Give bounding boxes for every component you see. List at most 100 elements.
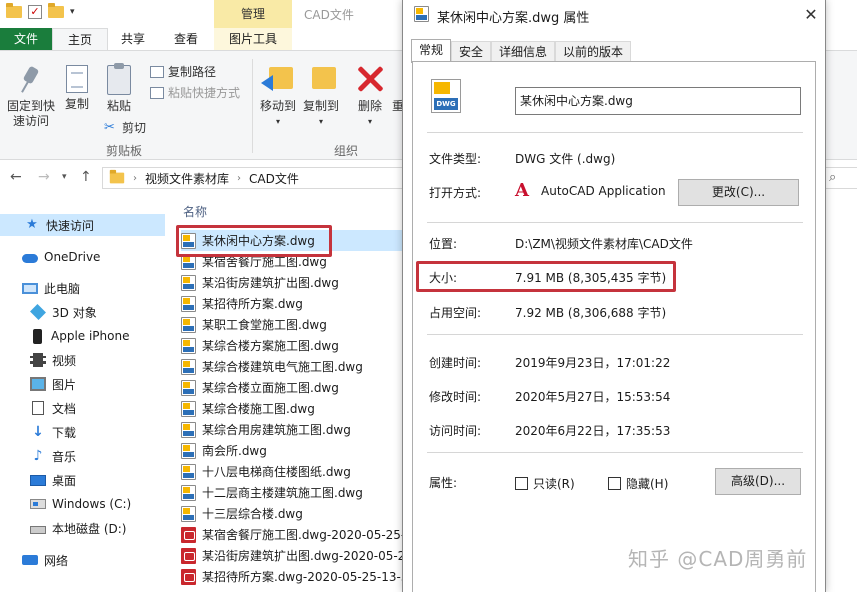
tab-file[interactable]: 文件 <box>0 28 52 50</box>
address-bar[interactable]: › 视频文件素材库 › CAD文件 <box>102 167 407 189</box>
modified-value: 2020年5月27日，15:53:54 <box>515 390 671 404</box>
file-row[interactable]: 十三层综合楼.dwg <box>181 503 405 524</box>
clipboard-icon <box>107 63 131 95</box>
tab-details[interactable]: 详细信息 <box>491 41 556 63</box>
manage-context-tab[interactable]: 管理 <box>214 0 292 28</box>
breadcrumb-item[interactable]: CAD文件 <box>249 170 299 187</box>
general-tab-panel: DWG 某休闲中心方案.dwg 文件类型: DWG 文件 (.dwg) 打开方式… <box>412 61 816 592</box>
file-row[interactable]: 十八层电梯商住楼图纸.dwg <box>181 461 405 482</box>
nav-item-desktop[interactable]: 桌面 <box>0 469 165 491</box>
file-type-value: DWG 文件 (.dwg) <box>515 152 616 166</box>
nav-item-videos[interactable]: 视频 <box>0 349 165 371</box>
forward-arrow-icon[interactable]: → <box>38 169 50 185</box>
new-folder-icon[interactable] <box>48 3 64 18</box>
nav-item-downloads[interactable]: ↓ 下载 <box>0 421 165 443</box>
search-icon: ⌕ <box>829 170 837 185</box>
nav-item-apple-iphone[interactable]: Apple iPhone <box>0 325 165 347</box>
back-arrow-icon[interactable]: ← <box>10 169 22 185</box>
customize-toolbar-chevron-icon[interactable]: ▾ <box>70 7 75 17</box>
file-row[interactable]: 某综合用房建筑施工图.dwg <box>181 419 405 440</box>
divider <box>427 452 803 453</box>
recent-locations-chevron-icon[interactable]: ▾ <box>62 172 67 182</box>
file-row[interactable]: 某综合楼建筑电气施工图.dwg <box>181 356 405 377</box>
open-with-label: 打开方式: <box>429 186 482 200</box>
paste-button[interactable]: 粘贴 <box>102 63 136 114</box>
copy-to-icon <box>304 63 338 95</box>
accessed-value: 2020年6月22日，17:35:53 <box>515 424 671 438</box>
file-row[interactable]: 南会所.dwg <box>181 440 405 461</box>
tab-security[interactable]: 安全 <box>451 41 492 63</box>
nav-item-network[interactable]: 网络 <box>0 549 165 571</box>
up-arrow-icon[interactable]: ↑ <box>80 169 92 185</box>
file-row[interactable]: 某宿舍餐厅施工图.dwg-2020-05-25-13-5 <box>181 524 405 545</box>
readonly-checkbox[interactable]: 只读(R) <box>515 475 575 492</box>
file-name: 某沿街房建筑扩出图.dwg <box>202 276 339 290</box>
file-row[interactable]: 某沿街房建筑扩出图.dwg-2020-05-25-13-5 <box>181 545 405 566</box>
nav-item-documents[interactable]: 文档 <box>0 397 165 419</box>
file-row[interactable]: 某招待所方案.dwg <box>181 293 405 314</box>
paste-shortcut-button[interactable]: 粘贴快捷方式 <box>150 84 240 101</box>
close-icon[interactable]: ✕ <box>801 5 821 24</box>
pin-icon <box>18 65 44 95</box>
document-icon <box>32 401 44 415</box>
chevron-down-icon: ▾ <box>367 117 372 126</box>
divider <box>427 334 803 335</box>
tab-general[interactable]: 常规 <box>411 39 452 63</box>
dwg-file-large-icon: DWG <box>431 79 461 113</box>
move-to-button[interactable]: 移动到 ▾ <box>258 63 298 129</box>
location-value: D:\ZM\视频文件素材库\CAD文件 <box>515 237 693 251</box>
computer-icon <box>22 282 38 294</box>
hidden-checkbox[interactable]: 隐藏(H) <box>608 475 668 492</box>
cut-button[interactable]: ✂ 剪切 <box>104 119 146 136</box>
breadcrumb-separator-icon: › <box>133 172 137 184</box>
folder-icon[interactable] <box>6 3 22 18</box>
file-row[interactable]: 某综合楼方案施工图.dwg <box>181 335 405 356</box>
dwg-file-icon <box>181 379 196 396</box>
location-label: 位置: <box>429 237 458 251</box>
breadcrumb-item[interactable]: 视频文件素材库 <box>145 170 229 187</box>
pin-to-quick-access-button[interactable]: 固定到快速访问 <box>4 65 58 129</box>
change-button[interactable]: 更改(C)... <box>678 179 799 206</box>
file-name-input[interactable]: 某休闲中心方案.dwg <box>515 87 801 115</box>
copy-to-button[interactable]: 复制到 ▾ <box>300 63 342 129</box>
nav-item-local-disk-d[interactable]: 本地磁盘 (D:) <box>0 517 165 539</box>
tab-home[interactable]: 主页 <box>52 28 108 50</box>
checkbox-box <box>515 477 528 490</box>
copy-path-button[interactable]: 复制路径 <box>150 63 216 80</box>
delete-button[interactable]: 删除 ▾ <box>354 63 386 129</box>
dwg-file-icon <box>181 295 196 312</box>
dwg-file-icon <box>181 253 196 270</box>
file-row[interactable]: 某综合楼立面施工图.dwg <box>181 377 405 398</box>
file-row[interactable]: 某职工食堂施工图.dwg <box>181 314 405 335</box>
size-on-disk-value: 7.92 MB (8,306,688 字节) <box>515 306 667 320</box>
nav-item-windows-drive[interactable]: Windows (C:) <box>0 493 165 515</box>
nav-item-onedrive[interactable]: OneDrive <box>0 246 165 268</box>
nav-item-this-pc[interactable]: 此电脑 <box>0 277 165 299</box>
file-row[interactable]: 某招待所方案.dwg-2020-05-25-13-5 <box>181 566 405 587</box>
file-row[interactable]: 某宿舍餐厅施工图.dwg <box>181 251 405 272</box>
network-icon <box>22 555 38 565</box>
copy-button[interactable]: 复制 <box>60 65 94 112</box>
nav-item-3d-objects[interactable]: 3D 对象 <box>0 301 165 323</box>
properties-check-icon[interactable]: ✓ <box>28 5 42 19</box>
nav-item-music[interactable]: ♪ 音乐 <box>0 445 165 467</box>
file-row[interactable]: 某综合楼施工图.dwg <box>181 398 405 419</box>
advanced-button[interactable]: 高级(D)... <box>715 468 801 495</box>
tab-picture-tools[interactable]: 图片工具 <box>214 28 292 50</box>
file-name: 十二层商主楼建筑施工图.dwg <box>202 486 363 500</box>
nav-item-pictures[interactable]: 图片 <box>0 373 165 395</box>
file-row[interactable]: 某休闲中心方案.dwg <box>181 230 405 251</box>
dwg-file-icon <box>181 505 196 522</box>
tab-previous-versions[interactable]: 以前的版本 <box>555 41 632 63</box>
file-name: 十八层电梯商住楼图纸.dwg <box>202 465 351 479</box>
size-on-disk-label: 占用空间: <box>429 306 482 320</box>
tab-share[interactable]: 共享 <box>108 28 158 50</box>
dwg-file-icon <box>414 6 429 22</box>
column-header-name[interactable]: 名称 <box>183 203 207 220</box>
file-row[interactable]: 十二层商主楼建筑施工图.dwg <box>181 482 405 503</box>
file-row[interactable]: 某沿街房建筑扩出图.dwg <box>181 272 405 293</box>
open-with-value: AutoCAD Application <box>541 184 666 198</box>
nav-item-quick-access[interactable]: ★ 快速访问 <box>0 214 165 236</box>
cube-icon <box>30 304 46 320</box>
tab-view[interactable]: 查看 <box>160 28 212 50</box>
